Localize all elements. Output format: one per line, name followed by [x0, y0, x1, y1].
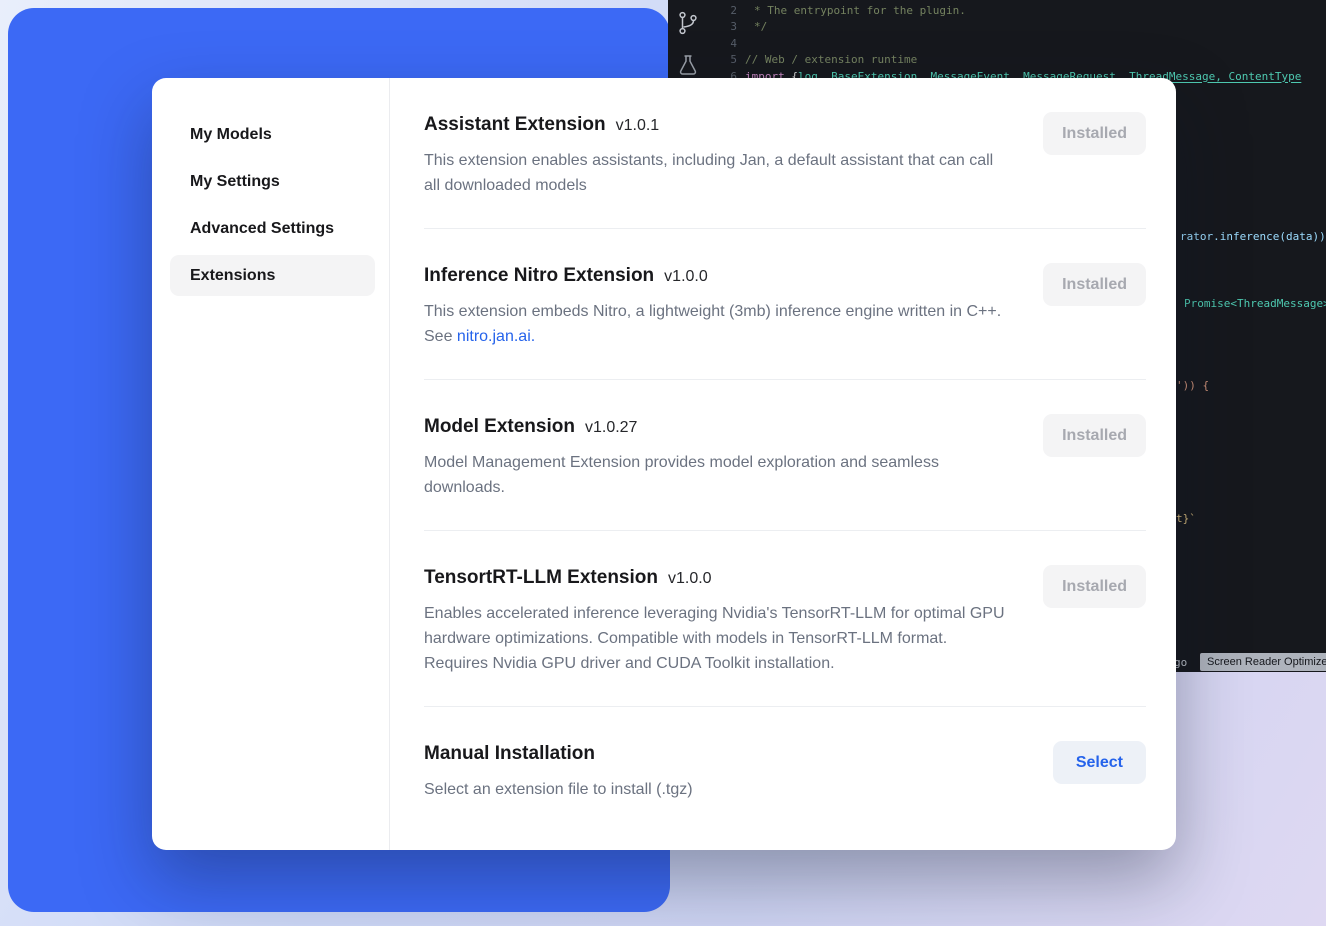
extension-description: Model Management Extension provides mode…	[424, 450, 1009, 500]
line-number: 5	[668, 52, 737, 68]
sidebar-item-advanced-settings[interactable]: Advanced Settings	[170, 208, 375, 249]
extension-description: Enables accelerated inference leveraging…	[424, 601, 1009, 676]
extension-name: Assistant Extension	[424, 112, 606, 138]
sidebar-item-extensions[interactable]: Extensions	[170, 255, 375, 296]
code-fragment: t}`	[1176, 512, 1196, 525]
code-fragment: rator.inference(data));	[1180, 230, 1326, 243]
extension-item-nitro: Inference Nitro Extension v1.0.0 This ex…	[424, 229, 1146, 380]
installed-button[interactable]: Installed	[1043, 112, 1146, 155]
code-line: 4	[668, 36, 1326, 52]
code-text: * The entrypoint for the plugin.	[754, 3, 966, 19]
extension-name: TensortRT-LLM Extension	[424, 565, 658, 591]
manual-installation-title: Manual Installation	[424, 741, 595, 767]
extension-item-tensorrt: TensortRT-LLM Extension v1.0.0 Enables a…	[424, 531, 1146, 707]
sidebar-item-my-settings[interactable]: My Settings	[170, 161, 375, 202]
code-line: 3 */	[668, 19, 1326, 35]
code-fragment: Promise<ThreadMessage>	[1184, 297, 1326, 310]
settings-modal: My Models My Settings Advanced Settings …	[152, 78, 1176, 850]
settings-sidebar: My Models My Settings Advanced Settings …	[152, 78, 390, 850]
code-text: */	[754, 19, 767, 35]
sidebar-item-my-models[interactable]: My Models	[170, 114, 375, 155]
code-line: 2 * The entrypoint for the plugin.	[668, 3, 1326, 19]
extensions-panel: Assistant Extension v1.0.1 This extensio…	[390, 78, 1176, 850]
line-number: 3	[668, 19, 737, 35]
installed-button[interactable]: Installed	[1043, 414, 1146, 457]
code-text: // Web / extension runtime	[745, 52, 917, 68]
extension-name: Inference Nitro Extension	[424, 263, 654, 289]
nitro-jan-ai-link[interactable]: nitro.jan.ai.	[457, 328, 535, 345]
extension-item-model: Model Extension v1.0.27 Model Management…	[424, 380, 1146, 531]
code-fragment: ')) {	[1176, 379, 1209, 392]
extension-description: This extension embeds Nitro, a lightweig…	[424, 299, 1009, 349]
extension-version: v1.0.0	[668, 570, 712, 588]
extension-name: Model Extension	[424, 414, 575, 440]
code-line: 5 // Web / extension runtime	[668, 52, 1326, 68]
extension-item-assistant: Assistant Extension v1.0.1 This extensio…	[424, 78, 1146, 229]
extension-version: v1.0.1	[616, 117, 660, 135]
extension-version: v1.0.27	[585, 419, 637, 437]
line-number: 2	[668, 3, 737, 19]
manual-installation-description: Select an extension file to install (.tg…	[424, 777, 693, 802]
code-lines: 2 * The entrypoint for the plugin. 3 */ …	[668, 3, 1326, 85]
installed-button[interactable]: Installed	[1043, 565, 1146, 608]
desktop: 2 * The entrypoint for the plugin. 3 */ …	[0, 0, 1326, 926]
select-file-button[interactable]: Select	[1053, 741, 1146, 784]
line-number: 4	[668, 36, 737, 52]
installed-button[interactable]: Installed	[1043, 263, 1146, 306]
screen-reader-badge[interactable]: Screen Reader Optimized	[1200, 653, 1326, 671]
manual-installation-section: Manual Installation Select an extension …	[424, 707, 1146, 832]
extension-version: v1.0.0	[664, 268, 708, 286]
extension-description: This extension enables assistants, inclu…	[424, 148, 1009, 198]
